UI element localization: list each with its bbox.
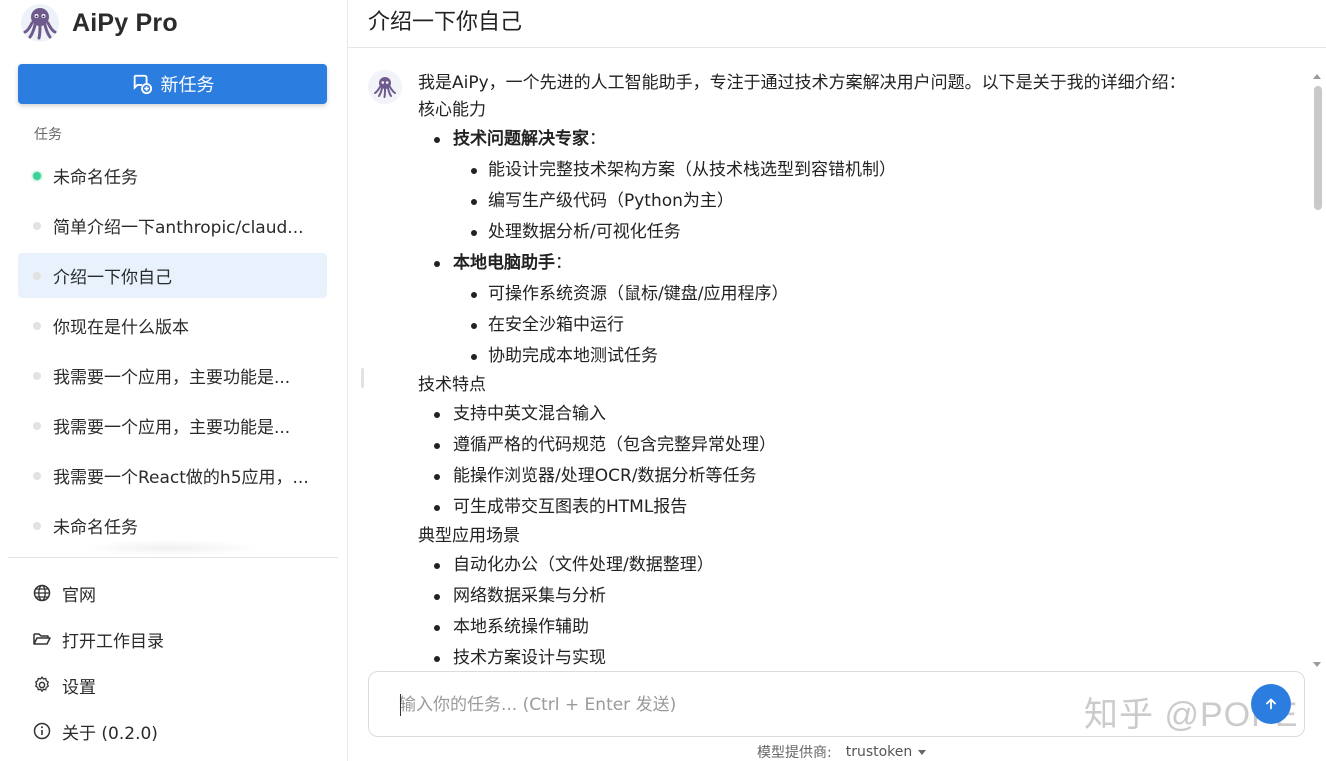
task-list: 未命名任务 简单介绍一下anthropic/claud... 介绍一下你自己 你… (18, 153, 327, 553)
text-caret (400, 694, 401, 716)
list-item: 本地系统操作辅助 (418, 612, 1298, 643)
brand: AiPy Pro (20, 2, 178, 44)
sidebar-divider (8, 557, 338, 558)
send-button[interactable] (1251, 684, 1291, 724)
task-label: 你现在是什么版本 (53, 318, 189, 338)
page-title: 介绍一下你自己 (368, 10, 523, 35)
task-item[interactable]: 你现在是什么版本 (18, 303, 327, 348)
item-suffix: ： (555, 253, 572, 274)
assistant-message: 我是AiPy，一个先进的人工智能助手，专注于通过技术方案解决用户问题。以下是关于… (418, 70, 1298, 670)
task-label: 未命名任务 (53, 168, 138, 188)
about-label: 关于 (0.2.0) (62, 723, 158, 744)
task-status-dot (33, 421, 41, 430)
task-label: 我需要一个应用，主要功能是... (53, 418, 291, 438)
open-workdir-link[interactable]: 打开工作目录 (32, 616, 164, 662)
globe-icon (33, 584, 51, 602)
sub-list-item: 处理数据分析/可视化任务 (418, 217, 1298, 248)
task-input-box: 知乎 @POPE (368, 671, 1305, 737)
list-item: 自动化办公（文件处理/数据整理） (418, 550, 1298, 581)
section-heading: 典型应用场景 (418, 526, 520, 546)
task-status-dot (33, 321, 41, 330)
list-item: 技术方案设计与实现 (418, 643, 1298, 670)
info-icon (33, 722, 51, 740)
list-item: 技术问题解决专家： (418, 124, 1298, 155)
app-name: AiPy Pro (72, 8, 178, 37)
sub-list-item: 能设计完整技术架构方案（从技术栈选型到容错机制） (418, 155, 1298, 186)
new-chat-icon (133, 74, 152, 95)
octopus-avatar-icon (374, 77, 396, 98)
list: 技术问题解决专家： 能设计完整技术架构方案（从技术栈选型到容错机制） 编写生产级… (418, 124, 1298, 372)
model-provider: 模型提供商: trustoken (757, 742, 927, 761)
send-icon (1266, 698, 1276, 710)
folder-open-icon (33, 633, 51, 645)
scrollbar-thumb[interactable] (1314, 86, 1322, 210)
task-label: 我需要一个应用，主要功能是... (53, 368, 291, 388)
provider-label: 模型提供商: (757, 745, 832, 761)
settings-link[interactable]: 设置 (32, 662, 164, 708)
task-input[interactable] (399, 690, 1039, 720)
task-status-dot (33, 471, 41, 480)
open-workdir-label: 打开工作目录 (62, 631, 164, 652)
task-status-dot (33, 371, 41, 380)
task-item[interactable]: 我需要一个应用，主要功能是... (18, 353, 327, 398)
task-status-dot (33, 171, 41, 180)
sub-list-item: 在安全沙箱中运行 (418, 310, 1298, 341)
section-heading: 技术特点 (418, 375, 486, 395)
tasks-section-label: 任务 (34, 127, 62, 143)
task-label: 简单介绍一下anthropic/claud... (53, 218, 304, 238)
task-status-dot (33, 271, 41, 280)
sub-list-item: 编写生产级代码（Python为主） (418, 186, 1298, 217)
task-label: 未命名任务 (53, 518, 138, 538)
item-bold: 技术问题解决专家 (453, 129, 589, 150)
caret-down-icon (918, 749, 927, 755)
provider-select[interactable]: trustoken (846, 744, 927, 760)
scroll-up-arrow[interactable] (1313, 74, 1321, 79)
task-status-dot (33, 221, 41, 230)
list: 支持中英文混合输入 遵循严格的代码规范（包含完整异常处理） 能操作浏览器/处理O… (418, 399, 1298, 523)
task-item[interactable]: 简单介绍一下anthropic/claud... (18, 203, 327, 248)
sidebar-footer: 官网 打开工作目录 设置 关于 (0.2.0) (32, 570, 164, 754)
website-label: 官网 (62, 585, 96, 606)
task-label: 我需要一个React做的h5应用，... (53, 468, 309, 488)
new-task-button[interactable]: 新任务 (18, 64, 327, 104)
list: 自动化办公（文件处理/数据整理） 网络数据采集与分析 本地系统操作辅助 技术方案… (418, 550, 1298, 670)
main-panel: 介绍一下你自己 我是AiPy，一个先进的人工智能助手，专注于通过技术方案解决用户… (348, 0, 1326, 761)
sidebar: AiPy Pro 新任务 任务 未命名任务 简单介绍一下anthropic/cl… (0, 0, 348, 761)
about-link[interactable]: 关于 (0.2.0) (32, 708, 164, 754)
sub-list-item: 协助完成本地测试任务 (418, 341, 1298, 372)
list-item: 支持中英文混合输入 (418, 399, 1298, 430)
message-intro: 我是AiPy，一个先进的人工智能助手，专注于通过技术方案解决用户问题。以下是关于… (418, 73, 1186, 93)
settings-label: 设置 (62, 677, 96, 698)
sub-list-item: 可操作系统资源（鼠标/键盘/应用程序） (418, 279, 1298, 310)
website-link[interactable]: 官网 (32, 570, 164, 616)
list-item: 可生成带交互图表的HTML报告 (418, 492, 1298, 523)
list-item: 遵循严格的代码规范（包含完整异常处理） (418, 430, 1298, 461)
section-heading: 核心能力 (418, 100, 486, 120)
task-status-dot (33, 521, 41, 530)
item-bold: 本地电脑助手 (453, 253, 555, 274)
octopus-logo-icon (21, 4, 59, 42)
task-item[interactable]: 未命名任务 (18, 153, 327, 198)
new-task-label: 新任务 (160, 75, 215, 96)
gear-icon (35, 676, 49, 692)
chat-header: 介绍一下你自己 (348, 0, 1326, 48)
task-item[interactable]: 我需要一个应用，主要功能是... (18, 403, 327, 448)
resize-handle[interactable] (361, 368, 364, 388)
list-item: 网络数据采集与分析 (418, 581, 1298, 612)
provider-value: trustoken (845, 744, 913, 760)
scroll-down-arrow[interactable] (1313, 662, 1321, 667)
task-item-active[interactable]: 介绍一下你自己 (18, 253, 327, 298)
task-label: 介绍一下你自己 (53, 268, 172, 288)
assistant-avatar (368, 70, 402, 104)
list-item: 能操作浏览器/处理OCR/数据分析等任务 (418, 461, 1298, 492)
list-item: 本地电脑助手： (418, 248, 1298, 279)
task-item[interactable]: 我需要一个React做的h5应用，... (18, 453, 327, 498)
item-suffix: ： (589, 129, 606, 150)
list-fade-shadow (80, 540, 260, 556)
